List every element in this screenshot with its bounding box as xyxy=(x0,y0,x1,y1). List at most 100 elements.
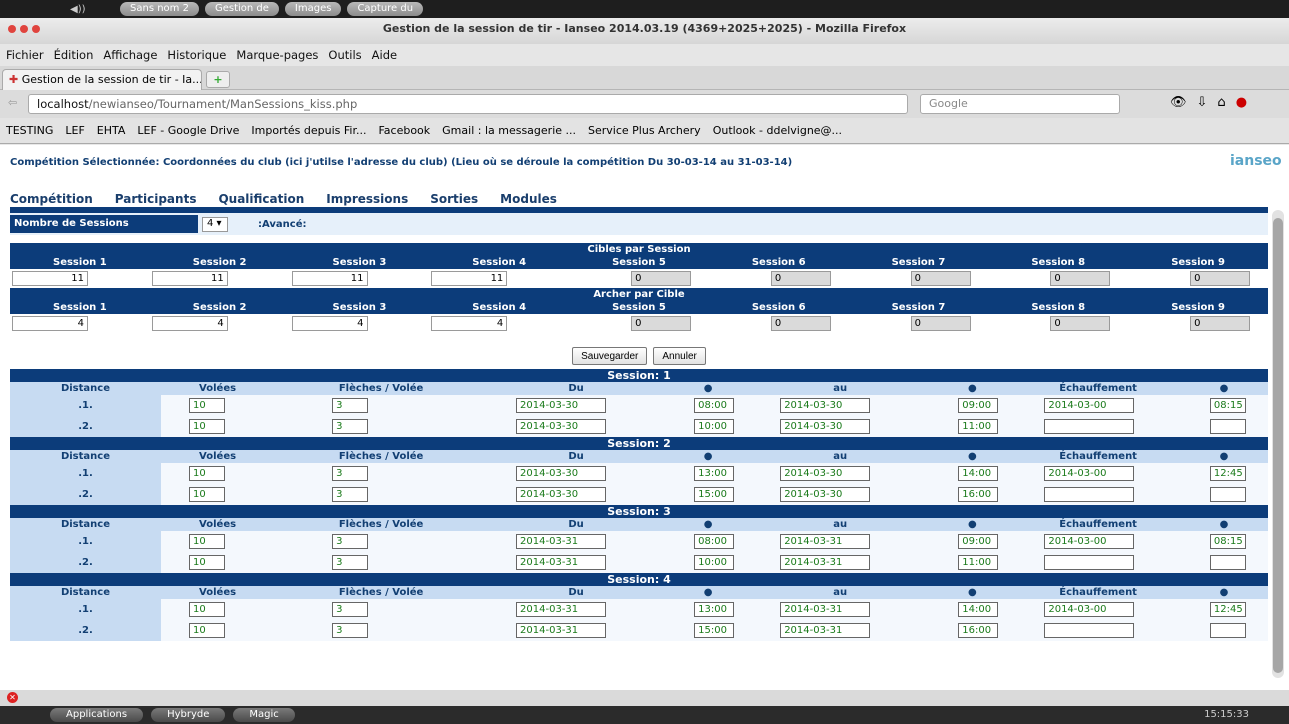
back-icon[interactable]: ⇦ xyxy=(8,96,17,109)
stop-icon[interactable]: ✕ xyxy=(7,692,18,703)
warmup-date-input[interactable]: 2014-03-00 xyxy=(1044,466,1135,481)
menu-participants[interactable]: Participants xyxy=(115,192,197,206)
time-to-input[interactable]: 11:00 xyxy=(958,555,999,570)
search-input[interactable]: Google xyxy=(920,94,1120,114)
time-to-input[interactable]: 09:00 xyxy=(958,534,999,549)
url-bar[interactable]: localhost/newianseo/Tournament/ManSessio… xyxy=(28,94,908,114)
date-from-input[interactable]: 2014-03-31 xyxy=(516,623,607,638)
fleches-input[interactable]: 3 xyxy=(332,487,369,502)
adblock-icon[interactable]: ● xyxy=(1236,95,1247,110)
minimize-window-icon[interactable] xyxy=(20,25,28,33)
target-count-input[interactable]: 11 xyxy=(12,271,88,286)
warmup-time-input[interactable] xyxy=(1209,623,1246,638)
time-to-input[interactable]: 16:00 xyxy=(958,487,999,502)
warmup-time-input[interactable] xyxy=(1209,487,1246,502)
taskbar-item-3[interactable]: Images xyxy=(284,2,342,16)
advanced-link[interactable]: :Avancé: xyxy=(258,219,306,230)
dock-hybryde[interactable]: Hybryde xyxy=(151,708,226,722)
time-from-input[interactable]: 13:00 xyxy=(694,602,735,617)
time-to-input[interactable]: 14:00 xyxy=(958,602,999,617)
vertical-scrollbar[interactable] xyxy=(1272,210,1284,678)
new-tab-button[interactable]: + xyxy=(206,71,230,88)
menu-sorties[interactable]: Sorties xyxy=(430,192,478,206)
warmup-time-input[interactable]: 12:45 xyxy=(1209,466,1246,481)
fleches-input[interactable]: 3 xyxy=(332,602,369,617)
time-to-input[interactable]: 16:00 xyxy=(958,623,999,638)
menu-edition[interactable]: Édition xyxy=(54,48,94,62)
date-from-input[interactable]: 2014-03-31 xyxy=(516,534,607,549)
time-from-input[interactable]: 13:00 xyxy=(694,466,735,481)
bookmark-ehta[interactable]: EHTA xyxy=(97,124,126,137)
target-count-input[interactable]: 11 xyxy=(431,271,508,286)
warmup-time-input[interactable] xyxy=(1209,419,1246,434)
save-button[interactable]: Sauvegarder xyxy=(572,347,648,365)
taskbar-item-1[interactable]: Sans nom 2 xyxy=(120,2,199,16)
number-of-sessions-select[interactable]: 4 ▾ xyxy=(202,216,228,232)
warmup-date-input[interactable] xyxy=(1044,623,1135,638)
archer-count-input[interactable]: 4 xyxy=(151,316,228,331)
date-from-input[interactable]: 2014-03-31 xyxy=(516,555,607,570)
bookmark-outlook[interactable]: Outlook - ddelvigne@... xyxy=(713,124,842,137)
date-to-input[interactable]: 2014-03-30 xyxy=(780,398,871,413)
volees-input[interactable]: 10 xyxy=(188,555,225,570)
warmup-date-input[interactable] xyxy=(1044,555,1135,570)
taskbar-item-2[interactable]: Gestion de xyxy=(204,2,279,16)
time-to-input[interactable]: 14:00 xyxy=(958,466,999,481)
fleches-input[interactable]: 3 xyxy=(332,398,369,413)
warmup-date-input[interactable] xyxy=(1044,487,1135,502)
download-icon[interactable]: ⇩ xyxy=(1197,95,1208,110)
fleches-input[interactable]: 3 xyxy=(332,419,369,434)
tab-active[interactable]: ✚ Gestion de la session de tir - Ia... xyxy=(2,69,202,90)
close-window-icon[interactable] xyxy=(8,25,16,33)
time-from-input[interactable]: 10:00 xyxy=(694,555,735,570)
archer-count-input[interactable]: 4 xyxy=(12,316,88,331)
fleches-input[interactable]: 3 xyxy=(332,623,369,638)
bookmark-gmail[interactable]: Gmail : la messagerie ... xyxy=(442,124,576,137)
cancel-button[interactable]: Annuler xyxy=(653,347,706,365)
date-from-input[interactable]: 2014-03-30 xyxy=(516,487,607,502)
menu-fichier[interactable]: Fichier xyxy=(6,48,44,62)
volees-input[interactable]: 10 xyxy=(188,398,225,413)
maximize-window-icon[interactable] xyxy=(32,25,40,33)
window-controls[interactable] xyxy=(8,25,40,33)
bookmark-imported[interactable]: Importés depuis Fir... xyxy=(251,124,366,137)
date-from-input[interactable]: 2014-03-30 xyxy=(516,398,607,413)
warmup-time-input[interactable] xyxy=(1209,555,1246,570)
date-from-input[interactable]: 2014-03-30 xyxy=(516,466,607,481)
bookmark-lef[interactable]: LEF xyxy=(65,124,84,137)
volees-input[interactable]: 10 xyxy=(188,623,225,638)
date-to-input[interactable]: 2014-03-31 xyxy=(780,534,871,549)
menu-outils[interactable]: Outils xyxy=(328,48,361,62)
volume-icon[interactable]: ◀)) xyxy=(0,4,120,15)
time-from-input[interactable]: 08:00 xyxy=(694,534,735,549)
warmup-time-input[interactable]: 12:45 xyxy=(1209,602,1246,617)
date-to-input[interactable]: 2014-03-30 xyxy=(780,487,871,502)
menu-affichage[interactable]: Affichage xyxy=(103,48,157,62)
time-from-input[interactable]: 15:00 xyxy=(694,487,735,502)
volees-input[interactable]: 10 xyxy=(188,602,225,617)
date-to-input[interactable]: 2014-03-30 xyxy=(780,466,871,481)
dock-applications[interactable]: Applications xyxy=(50,708,144,722)
target-count-input[interactable]: 11 xyxy=(151,271,228,286)
fleches-input[interactable]: 3 xyxy=(332,534,369,549)
date-to-input[interactable]: 2014-03-30 xyxy=(780,419,871,434)
menu-competition[interactable]: Compétition xyxy=(10,192,93,206)
time-to-input[interactable]: 09:00 xyxy=(958,398,999,413)
date-to-input[interactable]: 2014-03-31 xyxy=(780,602,871,617)
dock-magic[interactable]: Magic xyxy=(233,708,295,722)
date-to-input[interactable]: 2014-03-31 xyxy=(780,623,871,638)
date-from-input[interactable]: 2014-03-30 xyxy=(516,419,607,434)
warmup-date-input[interactable]: 2014-03-00 xyxy=(1044,534,1135,549)
warmup-date-input[interactable]: 2014-03-00 xyxy=(1044,398,1135,413)
menu-qualification[interactable]: Qualification xyxy=(218,192,304,206)
menu-historique[interactable]: Historique xyxy=(167,48,226,62)
bookmark-service-plus[interactable]: Service Plus Archery xyxy=(588,124,701,137)
warmup-date-input[interactable] xyxy=(1044,419,1135,434)
scrollbar-thumb[interactable] xyxy=(1273,218,1283,673)
time-from-input[interactable]: 15:00 xyxy=(694,623,735,638)
volees-input[interactable]: 10 xyxy=(188,534,225,549)
time-from-input[interactable]: 10:00 xyxy=(694,419,735,434)
taskbar-item-4[interactable]: Capture du xyxy=(347,2,424,16)
warmup-time-input[interactable]: 08:15 xyxy=(1209,398,1246,413)
target-count-input[interactable]: 11 xyxy=(291,271,368,286)
